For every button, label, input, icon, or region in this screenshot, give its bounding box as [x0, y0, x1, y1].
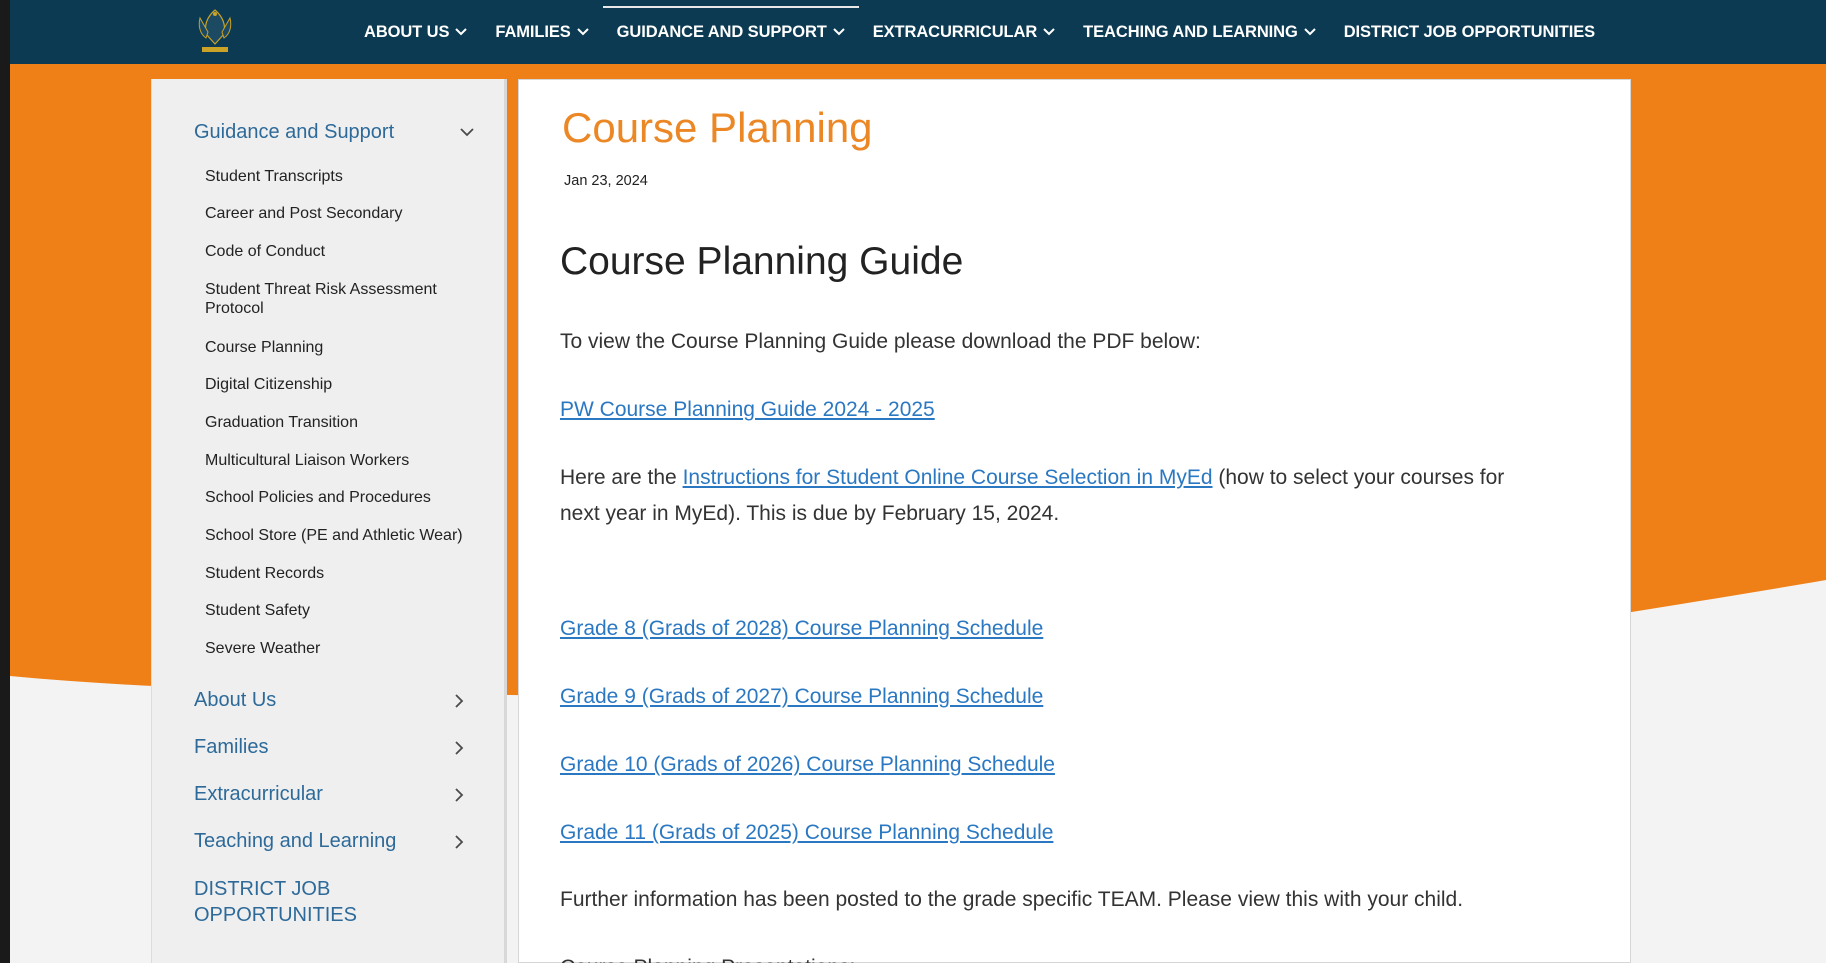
- sidebar-item-district-job-opportunities[interactable]: DISTRICT JOB OPPORTUNITIES: [194, 876, 464, 928]
- sidebar-item-label: Families: [194, 736, 269, 758]
- sidebar-subitem-student-threat-risk-assessment-protocol[interactable]: Student Threat Risk Assessment Protocol: [205, 280, 475, 318]
- chevron-down-icon: [1043, 28, 1055, 36]
- post-date: Jan 23, 2024: [564, 173, 648, 189]
- nav-item-label: TEACHING AND LEARNING: [1083, 22, 1298, 41]
- chevron-right-icon: [455, 693, 464, 708]
- chevron-down-icon: [460, 128, 474, 137]
- chevron-right-icon: [455, 834, 464, 849]
- sidebar-subitem-course-planning[interactable]: Course Planning: [205, 338, 475, 357]
- browser-viewport: ABOUT US FAMILIES GUIDANCE AND SUPPORT EXTR…: [10, 0, 1826, 963]
- instructions-paragraph: Here are the Instructions for Student On…: [560, 460, 1540, 532]
- sidebar-section-guidance[interactable]: Guidance and Support: [194, 121, 474, 144]
- section-heading: Course Planning Guide: [560, 240, 964, 283]
- chevron-down-icon: [455, 28, 468, 36]
- grade-schedule-link[interactable]: Grade 9 (Grads of 2027) Course Planning …: [560, 685, 1043, 708]
- schedule-link-row: Grade 8 (Grads of 2028) Course Planning …: [560, 611, 1540, 647]
- sidebar-subitem-code-of-conduct[interactable]: Code of Conduct: [205, 242, 475, 261]
- sidebar-item-about-us[interactable]: About Us: [194, 689, 464, 712]
- sidebar-subitem-school-policies-and-procedures[interactable]: School Policies and Procedures: [205, 488, 475, 507]
- nav-item-label: DISTRICT JOB OPPORTUNITIES: [1343, 22, 1596, 41]
- nav-item-label: GUIDANCE AND SUPPORT: [616, 22, 827, 41]
- chevron-right-icon: [455, 787, 464, 802]
- instructions-prefix: Here are the: [560, 466, 683, 489]
- sidebar-subitem-student-safety[interactable]: Student Safety: [205, 601, 475, 620]
- sidebar-item-families[interactable]: Families: [194, 736, 464, 759]
- chevron-right-icon: [455, 740, 464, 755]
- further-info-text: Further information has been posted to t…: [560, 888, 1464, 911]
- course-planning-guide-link[interactable]: PW Course Planning Guide 2024 - 2025: [560, 398, 935, 421]
- sidebar-subitem-career-and-post-secondary[interactable]: Career and Post Secondary: [205, 204, 475, 223]
- nav-item-teaching-and-learning[interactable]: TEACHING AND LEARNING: [1069, 0, 1330, 64]
- nav-item-guidance-and-support[interactable]: GUIDANCE AND SUPPORT: [602, 0, 859, 64]
- schedule-link-row: Grade 11 (Grads of 2025) Course Planning…: [560, 815, 1540, 851]
- chevron-down-icon: [833, 28, 845, 36]
- sidebar-subitem-student-transcripts[interactable]: Student Transcripts: [205, 167, 475, 186]
- page-title: Course Planning: [562, 104, 873, 151]
- sidebar-item-extracurricular[interactable]: Extracurricular: [194, 783, 464, 806]
- sidebar-subitem-multicultural-liaison-workers[interactable]: Multicultural Liaison Workers: [205, 451, 475, 470]
- sidebar-subitem-severe-weather[interactable]: Severe Weather: [205, 639, 475, 658]
- schedule-link-row: Grade 9 (Grads of 2027) Course Planning …: [560, 679, 1540, 715]
- grade-schedule-link[interactable]: Grade 8 (Grads of 2028) Course Planning …: [560, 617, 1043, 640]
- nav-item-label: FAMILIES: [495, 22, 571, 41]
- grade-schedule-link[interactable]: Grade 10 (Grads of 2026) Course Planning…: [560, 753, 1055, 776]
- nav-item-label: EXTRACURRICULAR: [872, 22, 1038, 41]
- nav-item-extracurricular[interactable]: EXTRACURRICULAR: [859, 0, 1069, 64]
- sidebar-item-label: Teaching and Learning: [194, 830, 397, 852]
- sidebar-subitem-school-store-pe-and-athletic-wear[interactable]: School Store (PE and Athletic Wear): [205, 526, 475, 545]
- presentations-label: Course Planning Presentations:: [560, 950, 1540, 963]
- nav-item-about-us[interactable]: ABOUT US: [350, 0, 481, 64]
- top-navigation-bar: ABOUT US FAMILIES GUIDANCE AND SUPPORT EXTR…: [10, 0, 1826, 64]
- sidebar-item-teaching-and-learning[interactable]: Teaching and Learning: [194, 830, 464, 853]
- grade-schedule-link[interactable]: Grade 11 (Grads of 2025) Course Planning…: [560, 821, 1053, 844]
- nav-item-families[interactable]: FAMILIES: [481, 0, 602, 64]
- sidebar-subitem-student-records[interactable]: Student Records: [205, 564, 475, 583]
- chevron-down-icon: [1304, 28, 1316, 36]
- school-logo[interactable]: [186, 4, 244, 60]
- sidebar-item-label: Extracurricular: [194, 783, 323, 805]
- sidebar-subitem-graduation-transition[interactable]: Graduation Transition: [205, 413, 475, 432]
- crest-icon: [198, 9, 232, 52]
- sidebar-item-label: DISTRICT JOB OPPORTUNITIES: [194, 878, 357, 926]
- main-menu: ABOUT US FAMILIES GUIDANCE AND SUPPORT EXTR…: [350, 0, 1609, 64]
- nav-item-district-job-opportunities[interactable]: DISTRICT JOB OPPORTUNITIES: [1330, 0, 1609, 64]
- chevron-down-icon: [576, 28, 589, 36]
- myed-instructions-link[interactable]: Instructions for Student Online Course S…: [683, 466, 1213, 489]
- nav-item-label: ABOUT US: [364, 22, 450, 41]
- schedule-link-row: Grade 10 (Grads of 2026) Course Planning…: [560, 747, 1540, 783]
- sidebar-subitem-digital-citizenship[interactable]: Digital Citizenship: [205, 375, 475, 394]
- sidebar-item-label: About Us: [194, 689, 277, 711]
- sidebar-section-label: Guidance and Support: [194, 121, 395, 143]
- main-content: Course Planning Jan 23, 2024 Course Plan…: [518, 79, 1631, 963]
- sidebar-navigation: Guidance and Support Student Transcripts…: [151, 79, 507, 963]
- intro-text: To view the Course Planning Guide please…: [560, 330, 1201, 353]
